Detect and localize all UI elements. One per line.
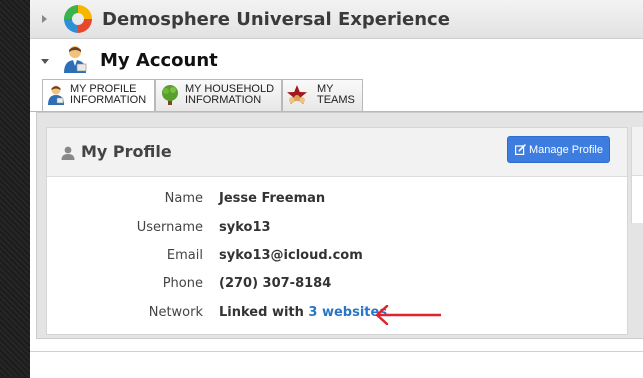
- network-label: Network: [148, 305, 203, 320]
- network-row: Network Linked with 3 websites: [47, 305, 627, 325]
- side-card-stub: [631, 127, 643, 223]
- red-arrow-icon: [373, 304, 443, 329]
- app-accordion-header[interactable]: Demosphere Universal Experience: [30, 0, 643, 39]
- tab-household-line2: INFORMATION: [185, 94, 262, 106]
- account-title: My Account: [100, 50, 218, 71]
- profile-card-title: My Profile: [81, 142, 172, 161]
- profile-user-icon: [46, 84, 66, 109]
- email-value: syko13@icloud.com: [219, 248, 363, 263]
- side-card-header: [632, 127, 643, 176]
- collapse-arrow-icon[interactable]: [41, 59, 49, 64]
- email-row: Email syko13@icloud.com: [47, 248, 627, 268]
- username-label: Username: [136, 220, 203, 235]
- name-label: Name: [164, 191, 203, 206]
- manage-profile-label: Manage Profile: [529, 144, 603, 156]
- app-title: Demosphere Universal Experience: [102, 9, 450, 30]
- expand-arrow-icon[interactable]: [42, 15, 47, 23]
- user-icon: [61, 145, 75, 164]
- edit-icon: [515, 144, 526, 158]
- network-prefix: Linked with: [219, 305, 304, 320]
- email-label: Email: [166, 248, 203, 263]
- bottom-strip: [30, 351, 643, 378]
- tab-profile-line2: INFORMATION: [70, 94, 147, 106]
- star-team-icon: [286, 84, 308, 109]
- name-value: Jesse Freeman: [219, 191, 326, 206]
- username-value: syko13: [219, 220, 271, 235]
- phone-row: Phone (270) 307-8184: [47, 276, 627, 296]
- tab-my-household[interactable]: MY HOUSEHOLD INFORMATION: [155, 79, 282, 111]
- user-avatar-icon: [60, 44, 90, 78]
- username-row: Username syko13: [47, 220, 627, 240]
- profile-card-header: My Profile Manage Profile: [47, 128, 627, 177]
- manage-profile-button[interactable]: Manage Profile: [507, 136, 610, 163]
- profile-card: My Profile Manage Profile Name Jesse Fre…: [46, 127, 628, 335]
- phone-label: Phone: [162, 276, 203, 291]
- tab-teams-line2: TEAMS: [317, 94, 355, 106]
- tab-my-profile[interactable]: MY PROFILE INFORMATION: [42, 79, 155, 112]
- demosphere-logo-icon: [62, 3, 94, 39]
- name-row: Name Jesse Freeman: [47, 191, 627, 211]
- account-accordion-header[interactable]: My Account: [30, 42, 643, 76]
- main-panel: Demosphere Universal Experience My Accou…: [30, 0, 643, 378]
- phone-value: (270) 307-8184: [219, 276, 332, 291]
- network-value: Linked with 3 websites: [219, 305, 387, 320]
- tab-my-teams[interactable]: MY TEAMS: [282, 79, 363, 111]
- tree-icon: [159, 84, 181, 109]
